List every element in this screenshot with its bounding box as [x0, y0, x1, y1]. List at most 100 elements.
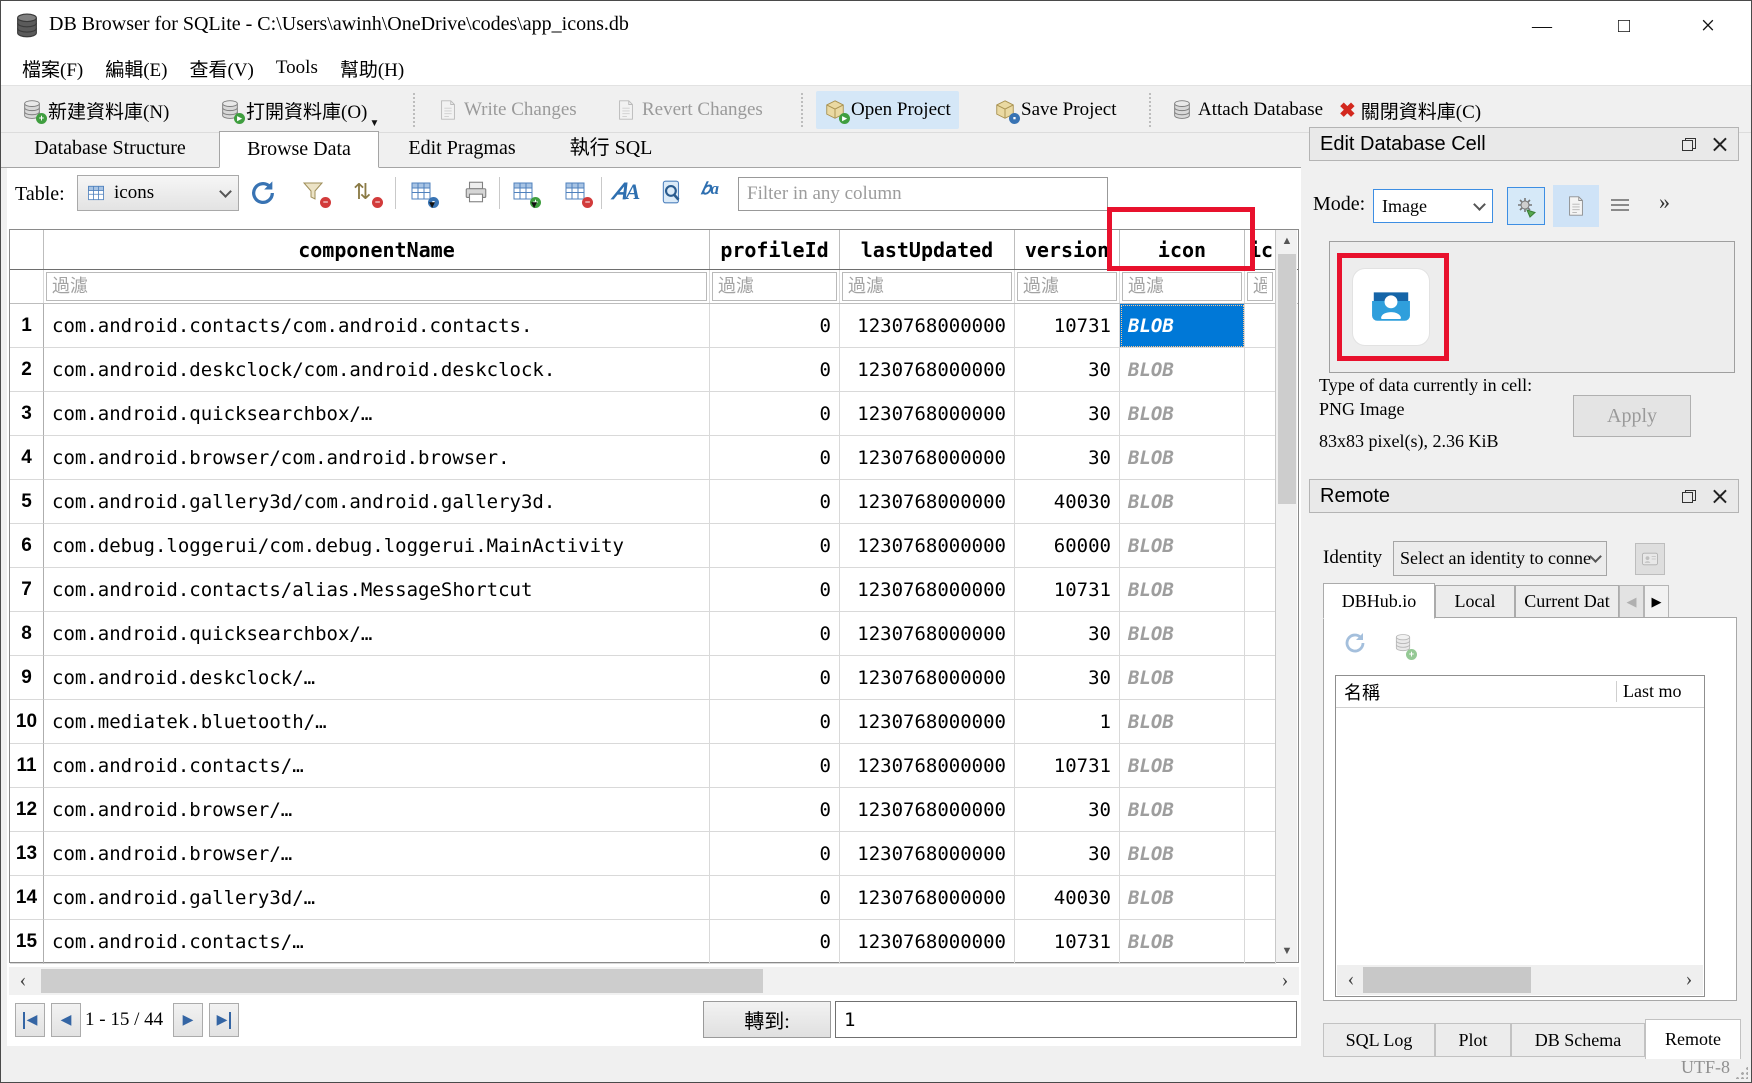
cell-profileid[interactable]: 0: [710, 392, 840, 436]
filter-input-partial[interactable]: [1247, 272, 1273, 301]
cell-icon-blob[interactable]: BLOB: [1120, 656, 1245, 700]
cell-componentname[interactable]: com.android.deskclock/…: [44, 656, 710, 700]
cell-icon-blob[interactable]: BLOB: [1120, 832, 1245, 876]
cell-version[interactable]: 10731: [1015, 568, 1120, 612]
goto-record-input[interactable]: [835, 1001, 1297, 1038]
row-number[interactable]: 11: [10, 744, 44, 788]
float-panel-icon[interactable]: [1682, 138, 1696, 151]
row-number[interactable]: 4: [10, 436, 44, 480]
filter-input-icon[interactable]: [1122, 272, 1242, 301]
cell-componentname[interactable]: com.android.contacts/com.android.contact…: [44, 304, 710, 348]
row-number[interactable]: 1: [10, 304, 44, 348]
cell-partial[interactable]: [1245, 304, 1276, 348]
column-header-lastupdated[interactable]: lastUpdated: [840, 230, 1015, 269]
cell-profileid[interactable]: 0: [710, 304, 840, 348]
cell-partial[interactable]: [1245, 524, 1276, 568]
tab-database-structure[interactable]: Database Structure: [1, 132, 219, 167]
cell-version[interactable]: 30: [1015, 656, 1120, 700]
remote-tab-local[interactable]: Local: [1435, 585, 1515, 618]
filter-input-lastupdated[interactable]: [842, 272, 1012, 301]
cell-partial[interactable]: [1245, 744, 1276, 788]
row-number[interactable]: 7: [10, 568, 44, 612]
menu-item-edit[interactable]: 編輯(E): [94, 53, 178, 84]
cell-icon-blob[interactable]: BLOB: [1120, 524, 1245, 568]
cell-version[interactable]: 10731: [1015, 920, 1120, 964]
scroll-right-icon[interactable]: ›: [1675, 965, 1703, 995]
grid-vertical-scrollbar[interactable]: ▲ ▼: [1275, 230, 1297, 962]
filter-cell[interactable]: [710, 270, 840, 303]
cell-version[interactable]: 40030: [1015, 876, 1120, 920]
cell-icon-blob[interactable]: BLOB: [1120, 788, 1245, 832]
cell-icon-blob[interactable]: BLOB: [1120, 876, 1245, 920]
condensed-font-button[interactable]: 𝑏a: [701, 179, 729, 207]
cell-profileid[interactable]: 0: [710, 568, 840, 612]
row-number[interactable]: 13: [10, 832, 44, 876]
cell-version[interactable]: 1: [1015, 700, 1120, 744]
dropdown-arrow-icon[interactable]: ▼: [369, 119, 379, 129]
dock-tab-sql-log[interactable]: SQL Log: [1323, 1023, 1435, 1057]
cell-icon-blob[interactable]: BLOB: [1120, 392, 1245, 436]
cell-partial[interactable]: [1245, 612, 1276, 656]
cell-lastupdated[interactable]: 1230768000000: [840, 524, 1015, 568]
table-select[interactable]: icons: [77, 175, 239, 211]
cell-componentname[interactable]: com.android.gallery3d/…: [44, 876, 710, 920]
close-button[interactable]: ×: [1685, 11, 1731, 41]
cell-icon-blob[interactable]: BLOB: [1120, 568, 1245, 612]
filter-input-componentname[interactable]: [46, 272, 707, 301]
cell-version[interactable]: 30: [1015, 832, 1120, 876]
new-database-button[interactable]: + 新建資料庫(N): [13, 91, 177, 129]
identity-select[interactable]: Select an identity to conne: [1393, 541, 1607, 576]
filter-cell[interactable]: [44, 270, 710, 303]
tab-edit-pragmas[interactable]: Edit Pragmas: [379, 132, 545, 167]
print-button[interactable]: [463, 179, 489, 205]
row-number[interactable]: 14: [10, 876, 44, 920]
goto-button[interactable]: 轉到:: [703, 1001, 831, 1038]
cell-componentname[interactable]: com.android.browser/com.android.browser.: [44, 436, 710, 480]
cell-lastupdated[interactable]: 1230768000000: [840, 348, 1015, 392]
tab-execute-sql[interactable]: 執行 SQL: [545, 126, 677, 167]
list-header-name[interactable]: 名稱: [1336, 679, 1380, 705]
cell-lastupdated[interactable]: 1230768000000: [840, 304, 1015, 348]
row-number[interactable]: 8: [10, 612, 44, 656]
cell-profileid[interactable]: 0: [710, 744, 840, 788]
maximize-button[interactable]: □: [1601, 11, 1647, 41]
cell-profileid[interactable]: 0: [710, 480, 840, 524]
next-record-button[interactable]: ▶: [173, 1003, 203, 1037]
cell-lastupdated[interactable]: 1230768000000: [840, 700, 1015, 744]
menu-item-tools[interactable]: Tools: [265, 55, 329, 81]
column-header-componentname[interactable]: componentName: [44, 230, 710, 269]
attach-database-button[interactable]: Attach Database: [1163, 91, 1331, 129]
cell-version[interactable]: 60000: [1015, 524, 1120, 568]
dropdown-arrow-icon[interactable]: ▼: [427, 201, 437, 211]
filter-input-version[interactable]: [1017, 272, 1117, 301]
dock-tab-db-schema[interactable]: DB Schema: [1511, 1023, 1645, 1057]
cell-icon-blob[interactable]: BLOB: [1120, 348, 1245, 392]
remote-database-list[interactable]: 名稱 Last mo ‹ ›: [1335, 675, 1705, 997]
cell-version[interactable]: 30: [1015, 348, 1120, 392]
float-panel-icon[interactable]: [1682, 490, 1696, 503]
word-wrap-button[interactable]: [1609, 197, 1631, 215]
cell-version[interactable]: 10731: [1015, 304, 1120, 348]
cell-version[interactable]: 30: [1015, 392, 1120, 436]
menu-item-file[interactable]: 檔案(F): [11, 53, 94, 84]
cell-partial[interactable]: [1245, 348, 1276, 392]
title-bar[interactable]: DB Browser for SQLite - C:\Users\awinh\O…: [1, 1, 1751, 51]
cell-lastupdated[interactable]: 1230768000000: [840, 392, 1015, 436]
cell-version[interactable]: 30: [1015, 436, 1120, 480]
cell-icon-blob[interactable]: BLOB: [1120, 700, 1245, 744]
revert-changes-button[interactable]: Revert Changes: [607, 91, 771, 129]
open-project-button[interactable]: ▸ Open Project: [816, 91, 959, 129]
mode-select[interactable]: Image: [1373, 189, 1493, 223]
cell-lastupdated[interactable]: 1230768000000: [840, 832, 1015, 876]
cell-lastupdated[interactable]: 1230768000000: [840, 480, 1015, 524]
cell-componentname[interactable]: com.android.deskclock/com.android.deskcl…: [44, 348, 710, 392]
save-table-button[interactable]: ▪ ▼: [409, 179, 435, 205]
cell-componentname[interactable]: com.android.gallery3d/com.android.galler…: [44, 480, 710, 524]
menu-item-help[interactable]: 幫助(H): [329, 53, 415, 84]
row-number[interactable]: 9: [10, 656, 44, 700]
cell-componentname[interactable]: com.android.browser/…: [44, 832, 710, 876]
corner-cell[interactable]: [10, 230, 44, 269]
column-header-version[interactable]: version: [1015, 230, 1120, 269]
cell-version[interactable]: 30: [1015, 788, 1120, 832]
cell-partial[interactable]: [1245, 392, 1276, 436]
